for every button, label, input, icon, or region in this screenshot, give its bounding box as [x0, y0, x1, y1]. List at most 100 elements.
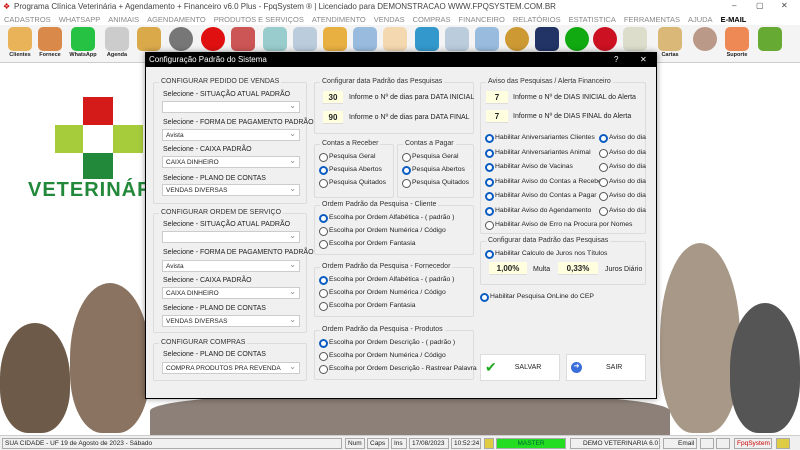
label: Juros Diário	[605, 266, 643, 273]
label: Selecione - PLANO DE CONTAS	[163, 351, 266, 358]
os-plano-select[interactable]: VENDAS DIVERSAS	[162, 315, 300, 327]
cliente-option[interactable]: Escolha por Ordem Alfabética - ( padrão …	[319, 214, 454, 223]
minimize-button[interactable]: –	[732, 1, 736, 10]
cat-image	[660, 243, 740, 433]
aviso-do-dia-option[interactable]: Aviso do dia	[599, 134, 646, 143]
aviso-do-dia-option[interactable]: Aviso do dia	[599, 177, 646, 187]
dialog-close-button[interactable]: ✕	[640, 55, 647, 64]
printer-icon[interactable]	[700, 438, 714, 449]
aviso-do-dia-option[interactable]: Aviso do dia	[599, 148, 646, 158]
menu-produtos-e-servi-os[interactable]: PRODUTOS E SERVIÇOS	[214, 15, 304, 24]
group-title: Ordem Padrão da Pesquisa - Produtos	[320, 326, 445, 333]
cat-image	[70, 283, 150, 433]
menu-agendamento[interactable]: AGENDAMENTO	[147, 15, 206, 24]
aviso-option[interactable]: Habilitar Aniversariantes Animal	[485, 148, 591, 158]
help-button[interactable]: ?	[614, 55, 618, 64]
label: Selecione - CAIXA PADRÃO	[163, 146, 252, 153]
fornecedor-option[interactable]: Escolha por Ordem Alfabética - ( padrão …	[319, 276, 454, 285]
pedido-situacao-select[interactable]	[162, 101, 300, 113]
status-email-button[interactable]: Email	[663, 438, 697, 449]
menu-whatsapp[interactable]: WHATSAPP	[59, 15, 101, 24]
status-num: Num	[345, 438, 365, 449]
pedido-plano-select[interactable]: VENDAS DIVERSAS	[162, 184, 300, 196]
exit-door-icon[interactable]	[755, 27, 785, 61]
sair-button[interactable]: ➜ SAIR	[566, 354, 646, 381]
compras-plano-select[interactable]: COMPRA PRODUTOS PRA REVENDA	[162, 362, 300, 374]
multa-input[interactable]: 1,00%	[489, 262, 527, 275]
receber-option[interactable]: Pesquisa Abertos	[319, 166, 382, 175]
receber-option[interactable]: Pesquisa Quitados	[319, 179, 386, 188]
maximize-button[interactable]: ▢	[756, 1, 764, 10]
menu-ferramentas[interactable]: FERRAMENTAS	[624, 15, 680, 24]
group-title: Ordem Padrão da Pesquisa - Fornecedor	[320, 263, 453, 270]
toolbar-whatsapp-button[interactable]: WhatsApp	[68, 27, 98, 61]
produtos-option[interactable]: Escolha por Ordem Numérica / Código	[319, 352, 446, 361]
data-inicial-input[interactable]: 30	[323, 91, 343, 104]
pedido-pagamento-select[interactable]: Avista	[162, 129, 300, 141]
menu-e-mail[interactable]: E-MAIL	[721, 15, 747, 24]
juros-input[interactable]: 0,33%	[558, 262, 598, 275]
os-situacao-select[interactable]	[162, 231, 300, 243]
label: Fornece	[39, 52, 61, 58]
close-window-button[interactable]: ✕	[781, 1, 788, 10]
cliente-option[interactable]: Escolha por Ordem Numérica / Código	[319, 227, 446, 236]
aviso-option[interactable]: Habilitar Aviso de Vacinas	[485, 163, 573, 172]
aviso-option[interactable]: Habilitar Aniversariantes Clientes	[485, 134, 595, 143]
menu-vendas[interactable]: VENDAS	[374, 15, 405, 24]
arrow-right-icon: ➜	[571, 362, 582, 373]
label: Multa	[533, 266, 551, 273]
cep-radio[interactable]: Habilitar Pesquisa OnLine do CEP	[480, 293, 594, 302]
status-brand: FpqSystem	[734, 438, 772, 449]
pagar-option[interactable]: Pesquisa Abertos	[402, 166, 465, 175]
os-pagamento-select[interactable]: Avista	[162, 260, 300, 272]
aviso-do-dia-option[interactable]: Aviso do dia	[599, 206, 646, 216]
cliente-option[interactable]: Escolha por Ordem Fantasia	[319, 240, 416, 249]
toolbar-clientes-button[interactable]: Clientes	[5, 27, 35, 61]
menu-atendimento[interactable]: ATENDIMENTO	[312, 15, 366, 24]
aviso-option[interactable]: Habilitar Aviso do Contas a Receber	[485, 177, 604, 187]
menu-ajuda[interactable]: AJUDA	[688, 15, 713, 24]
status-database: DEMO VETERINARIA 6.0	[570, 438, 660, 449]
produtos-option[interactable]: Escolha por Ordem Descrição - Rastrear P…	[319, 365, 477, 374]
coins-icon[interactable]	[690, 27, 720, 61]
pedido-caixa-select[interactable]: CAIXA DINHEIRO	[162, 156, 300, 168]
status-time: 10:52:24	[451, 438, 481, 449]
menu-animais[interactable]: ANIMAIS	[108, 15, 139, 24]
menu-relat-rios[interactable]: RELATÓRIOS	[513, 15, 561, 24]
menu-bar: CADASTROS WHATSAPP ANIMAIS AGENDAMENTO PRODU…	[0, 13, 800, 25]
label: Cartas	[661, 52, 679, 58]
os-caixa-select[interactable]: CAIXA DINHEIRO	[162, 287, 300, 299]
toolbar-agenda-button[interactable]: Agenda	[102, 27, 132, 61]
aviso-option[interactable]: Habilitar Aviso do Contas a Pagar	[485, 192, 597, 201]
aviso-option[interactable]: Habilitar Aviso de Erro na Procura por N…	[485, 221, 632, 230]
toolbar-cartas-button[interactable]: Cartas	[655, 27, 685, 61]
calculator-icon[interactable]	[716, 438, 730, 449]
salvar-button[interactable]: ✔ SALVAR	[480, 354, 560, 381]
pagar-option[interactable]: Pesquisa Geral	[402, 153, 458, 162]
status-user: MASTER	[496, 438, 566, 449]
label: Informe o Nº de DIAS INICIAL do Alerta	[513, 94, 636, 101]
juros-radio[interactable]: Habilitar Calculo de Juros nos Títulos	[485, 250, 607, 259]
produtos-option[interactable]: Escolha por Ordem Descrição - ( padrão )	[319, 339, 455, 348]
menu-cadastros[interactable]: CADASTROS	[4, 15, 51, 24]
menu-financeiro[interactable]: FINANCEIRO	[459, 15, 505, 24]
aviso-do-dia-option[interactable]: Aviso do dia	[599, 163, 646, 172]
fornecedor-option[interactable]: Escolha por Ordem Fantasia	[319, 302, 416, 311]
aviso-option[interactable]: Habilitar Aviso do Agendamento	[485, 206, 591, 216]
toolbar-fornece-button[interactable]: Fornece	[35, 27, 65, 61]
group-title: CONFIGURAR PEDIDO DE VENDAS	[159, 78, 282, 85]
receber-option[interactable]: Pesquisa Geral	[319, 153, 375, 162]
dias-inicial-input[interactable]: 7	[486, 91, 508, 104]
datas-group: Configurar data Padrão das Pesquisas 30 …	[314, 78, 474, 134]
fornecedor-option[interactable]: Escolha por Ordem Numérica / Código	[319, 289, 446, 298]
menu-compras[interactable]: COMPRAS	[413, 15, 451, 24]
toolbar-suporte-button[interactable]: Suporte	[722, 27, 752, 61]
data-final-input[interactable]: 90	[323, 111, 343, 124]
aviso-do-dia-option[interactable]: Aviso do dia	[599, 192, 646, 201]
status-ins: Ins	[391, 438, 407, 449]
menu-estatistica[interactable]: ESTATISTICA	[569, 15, 616, 24]
cat-image	[730, 303, 800, 433]
dias-final-input[interactable]: 7	[486, 110, 508, 123]
pagar-option[interactable]: Pesquisa Quitados	[402, 179, 469, 188]
pedido-group: CONFIGURAR PEDIDO DE VENDAS Selecione - …	[153, 78, 314, 204]
